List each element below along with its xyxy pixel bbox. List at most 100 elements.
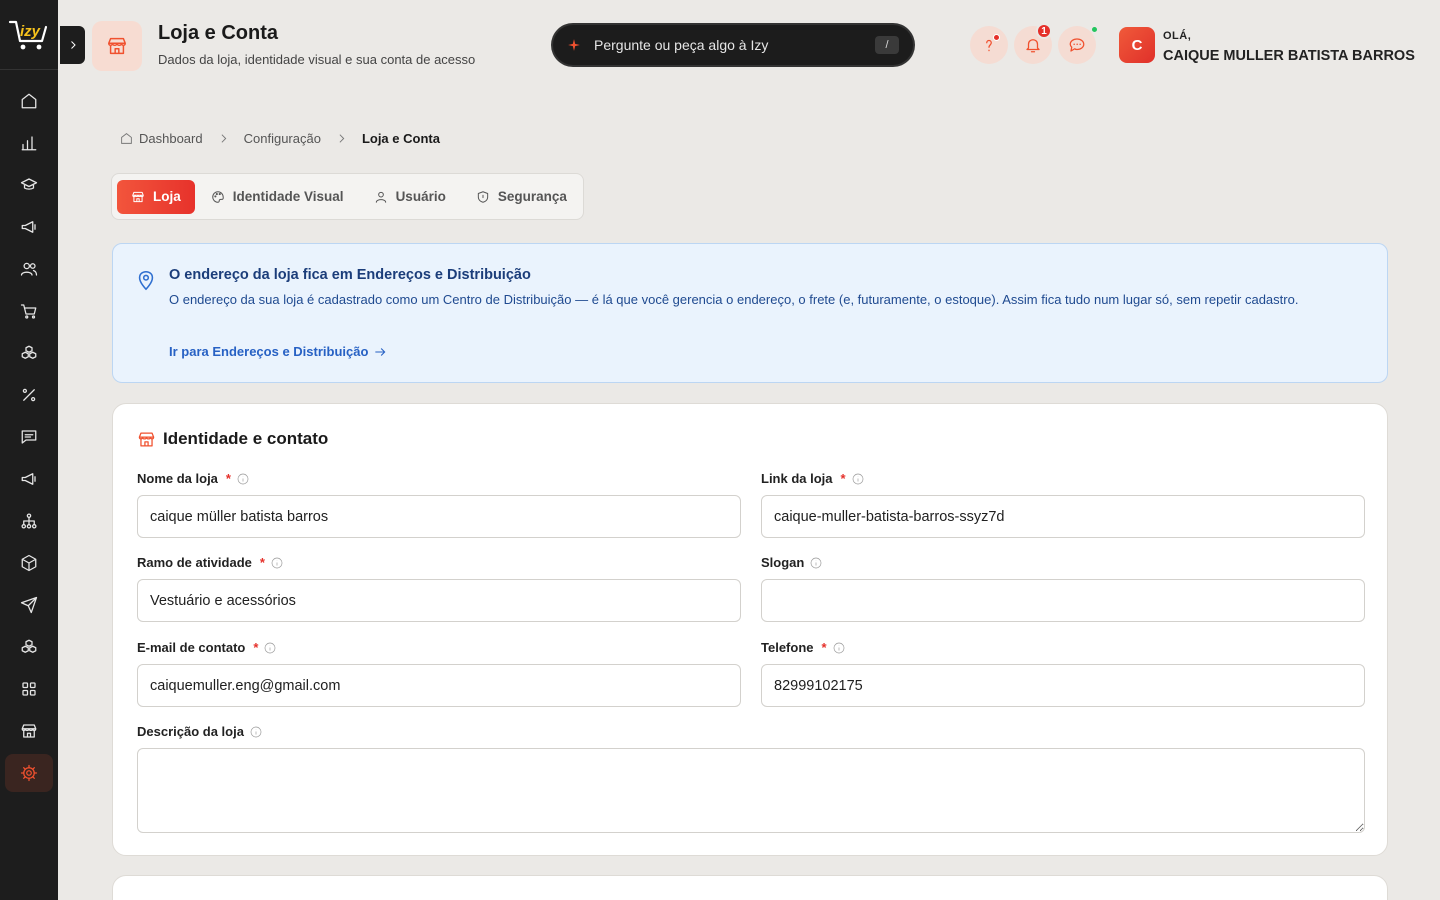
sidebar-item-products[interactable] [0,332,58,374]
sidebar-item-stock[interactable] [0,626,58,668]
required-mark: * [225,471,231,486]
package-icon [21,554,37,572]
info-icon[interactable] [810,557,822,569]
izy-logo[interactable]: izy [0,0,58,70]
phone-label: Telefone * [761,640,845,655]
sidebar-item-reports[interactable] [0,122,58,164]
user-name[interactable]: CAIQUE MULLER BATISTA BARROS [1163,48,1415,64]
info-icon[interactable] [237,473,249,485]
sidebar: izy [0,0,58,900]
message-icon [21,430,37,444]
business-input[interactable] [137,579,741,622]
sidebar-item-apps[interactable] [0,668,58,710]
megaphone-icon [21,473,36,485]
store-icon [132,191,144,202]
notice-title: O endereço da loja fica em Endereços e D… [169,267,531,283]
sidebar-item-academy[interactable] [0,164,58,206]
tab-loja[interactable]: Loja [117,179,195,214]
store-icon [21,724,37,738]
megaphone-icon [21,221,36,233]
network-icon [21,513,37,529]
notifications-badge: 1 [1036,23,1052,39]
info-icon[interactable] [833,642,845,654]
sidebar-item-campaigns[interactable] [0,458,58,500]
header: Loja e Conta Dados da loja, identidade v… [58,0,1440,88]
store-name-input[interactable] [137,495,741,538]
sidebar-item-home[interactable] [0,80,58,122]
chat-icon [1069,38,1085,52]
slogan-label: Slogan [761,555,822,570]
grid-icon [22,682,36,696]
label-text: Slogan [761,555,805,570]
email-input[interactable] [137,664,741,707]
business-label: Ramo de atividade * [137,555,283,570]
store-link-input[interactable] [761,495,1365,538]
label-text: Nome da loja [137,471,218,486]
ask-izy-input[interactable]: Pergunte ou peça algo à Izy / [553,25,913,65]
go-to-addresses-link[interactable]: Ir para Endereços e Distribuição [169,344,387,359]
store-link-label: Link da loja * [761,471,864,486]
users-icon [20,262,38,276]
sidebar-item-affiliates[interactable] [0,500,58,542]
description-textarea[interactable] [137,748,1365,833]
info-icon[interactable] [264,642,276,654]
required-mark: * [821,640,827,655]
svg-text:izy: izy [20,23,41,40]
info-icon[interactable] [250,726,262,738]
notifications-button[interactable]: 1 [1014,23,1052,64]
sidebar-item-discounts[interactable] [0,374,58,416]
sparkle-icon [568,39,580,51]
page-subtitle: Dados da loja, identidade visual e sua c… [158,52,476,67]
info-icon[interactable] [271,557,283,569]
user-icon [375,191,386,203]
boxes-icon [21,345,37,359]
settings-icon [20,764,38,782]
breadcrumb-configuracao[interactable]: Configuração [244,131,321,146]
help-button[interactable] [970,26,1008,64]
home-icon [121,133,132,144]
sidebar-item-shipping[interactable] [0,584,58,626]
tab-label: Usuário [395,189,446,204]
tab-usuario[interactable]: Usuário [360,180,460,214]
breadcrumb-dashboard[interactable]: Dashboard [139,131,203,146]
sidebar-item-orders[interactable] [0,290,58,332]
graduation-cap-icon [20,178,38,190]
description-label: Descrição da loja [137,724,262,739]
sidebar-item-store[interactable] [0,710,58,752]
percent-icon [22,388,36,402]
store-name-label: Nome da loja * [137,471,249,486]
required-mark: * [840,471,846,486]
notice-link-label: Ir para Endereços e Distribuição [169,344,369,359]
sidebar-item-marketing[interactable] [0,206,58,248]
info-icon[interactable] [852,473,864,485]
tab-label: Loja [153,189,181,204]
shield-icon [477,190,488,203]
tab-seguranca[interactable]: Segurança [462,180,581,214]
store-icon [138,432,155,446]
sidebar-item-inventory[interactable] [0,542,58,584]
tab-label: Segurança [497,189,567,204]
shortcut-key: / [875,36,899,54]
tab-label: Identidade Visual [232,189,344,204]
label-text: Ramo de atividade [137,555,252,570]
card-title: Identidade e contato [137,429,328,449]
sidebar-item-customers[interactable] [0,248,58,290]
required-mark: * [259,555,265,570]
avatar[interactable]: C [1119,27,1155,63]
shopping-cart-icon [20,304,37,319]
breadcrumb: Dashboard Configuração Loja e Conta [120,131,440,146]
bar-chart-icon [21,136,37,151]
sidebar-item-messages[interactable] [0,416,58,458]
email-label: E-mail de contato * [137,640,276,655]
bell-icon [1026,39,1040,53]
phone-input[interactable] [761,664,1365,707]
sidebar-item-settings[interactable] [0,752,58,794]
tab-identidade-visual[interactable]: Identidade Visual [197,180,358,214]
chat-button[interactable] [1058,25,1099,64]
label-text: E-mail de contato [137,640,246,655]
breadcrumb-current: Loja e Conta [361,131,440,146]
next-section-card [112,875,1388,900]
label-text: Telefone [761,640,814,655]
slogan-input[interactable] [761,579,1365,622]
home-icon [21,93,37,109]
